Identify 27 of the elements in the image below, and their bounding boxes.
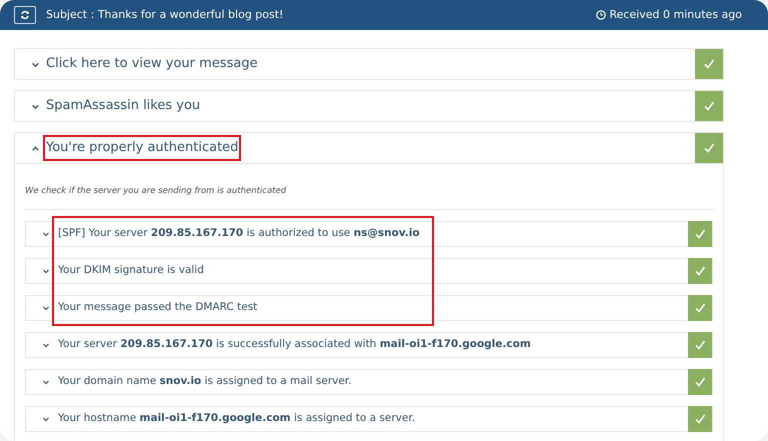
check-row[interactable]: Your server 209.85.167.170 is successfully associated with mail-oi1-f170.google.com <box>25 332 713 358</box>
check-row[interactable]: Your message passed the DMARC test <box>25 294 713 321</box>
subject-text: Subject : Thanks for a wonderful blog post! <box>46 6 284 23</box>
section-title[interactable]: SpamAssassin likes you <box>46 96 200 116</box>
check-row[interactable]: Your DKIM signature is valid <box>25 258 713 284</box>
check-row[interactable]: Your hostname mail-oi1-f170.google.com is assigned to a server. <box>25 406 713 432</box>
chevron-down-icon <box>42 378 50 386</box>
check-text: [SPF] Your server 209.85.167.170 is authorized to use ns@snov.io <box>58 226 420 241</box>
check-text: Your hostname mail-oi1-f170.google.com is assigned to a server. <box>58 410 416 426</box>
chevron-down-icon <box>42 340 50 349</box>
chevron-down-icon <box>42 414 50 423</box>
received-text: Received 0 minutes ago <box>609 6 742 23</box>
check-text: Your DKIM signature is valid <box>58 262 204 278</box>
refresh-icon <box>20 10 30 20</box>
check-text: Your message passed the DMARC test <box>58 300 258 315</box>
refresh-button[interactable] <box>14 6 36 24</box>
check-text: Your domain name snov.io is assigned to a mail server. <box>58 374 352 389</box>
chevron-down-icon <box>42 266 50 275</box>
section-title[interactable]: Click here to view your message <box>46 54 258 74</box>
chevron-down-icon <box>42 230 50 238</box>
chevron-down-icon <box>42 304 50 312</box>
check-row[interactable]: Your domain name snov.io is assigned to a mail server. <box>25 368 713 395</box>
section-description: We check if the server you are sending from is authenticated <box>25 164 713 210</box>
section-title[interactable]: You're properly authenticated <box>43 135 242 161</box>
check-row[interactable]: [SPF] Your server 209.85.167.170 is authorized to use ns@snov.io <box>25 220 713 247</box>
clock-icon <box>596 10 606 20</box>
check-text: Your server 209.85.167.170 is successfully associated with mail-oi1-f170.google.com <box>58 336 531 352</box>
